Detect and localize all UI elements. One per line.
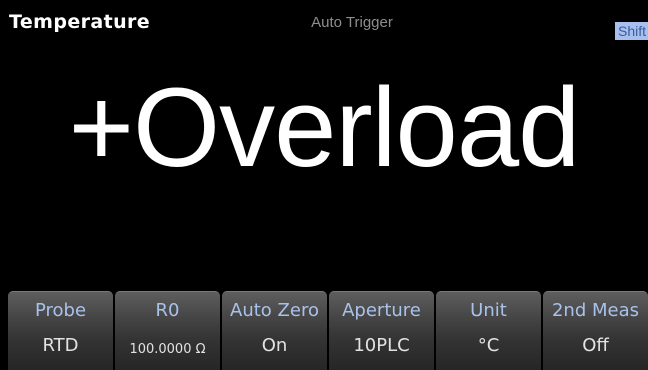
softkey-label: Auto Zero: [230, 300, 319, 321]
softkey-value: 100.0000 Ω: [129, 342, 206, 357]
softkey-value: °C: [477, 335, 500, 356]
second-measurement-softkey[interactable]: 2nd Meas Off: [543, 291, 648, 370]
softkey-value: On: [261, 335, 288, 356]
shift-indicator: Shift: [614, 22, 648, 40]
main-reading: +Overload: [68, 65, 581, 190]
softkey-label: R0: [155, 300, 180, 321]
r0-softkey[interactable]: R0 100.0000 Ω: [115, 291, 220, 370]
softkey-value: RTD: [42, 335, 79, 356]
softkey-bar: Probe RTD R0 100.0000 Ω Auto Zero On Ape…: [8, 291, 648, 370]
softkey-label: Probe: [34, 300, 87, 321]
softkey-label: Aperture: [342, 300, 421, 321]
probe-softkey[interactable]: Probe RTD: [8, 291, 113, 370]
softkey-value: 10PLC: [353, 335, 410, 356]
instrument-display: Temperature Auto Trigger Shift +Overload…: [0, 0, 648, 370]
softkey-label: 2nd Meas: [551, 300, 640, 321]
unit-softkey[interactable]: Unit °C: [436, 291, 541, 370]
trigger-status: Auto Trigger: [311, 14, 393, 31]
softkey-label: Unit: [470, 300, 507, 321]
aperture-softkey[interactable]: Aperture 10PLC: [329, 291, 434, 370]
softkey-value: Off: [582, 335, 609, 356]
auto-zero-softkey[interactable]: Auto Zero On: [222, 291, 327, 370]
